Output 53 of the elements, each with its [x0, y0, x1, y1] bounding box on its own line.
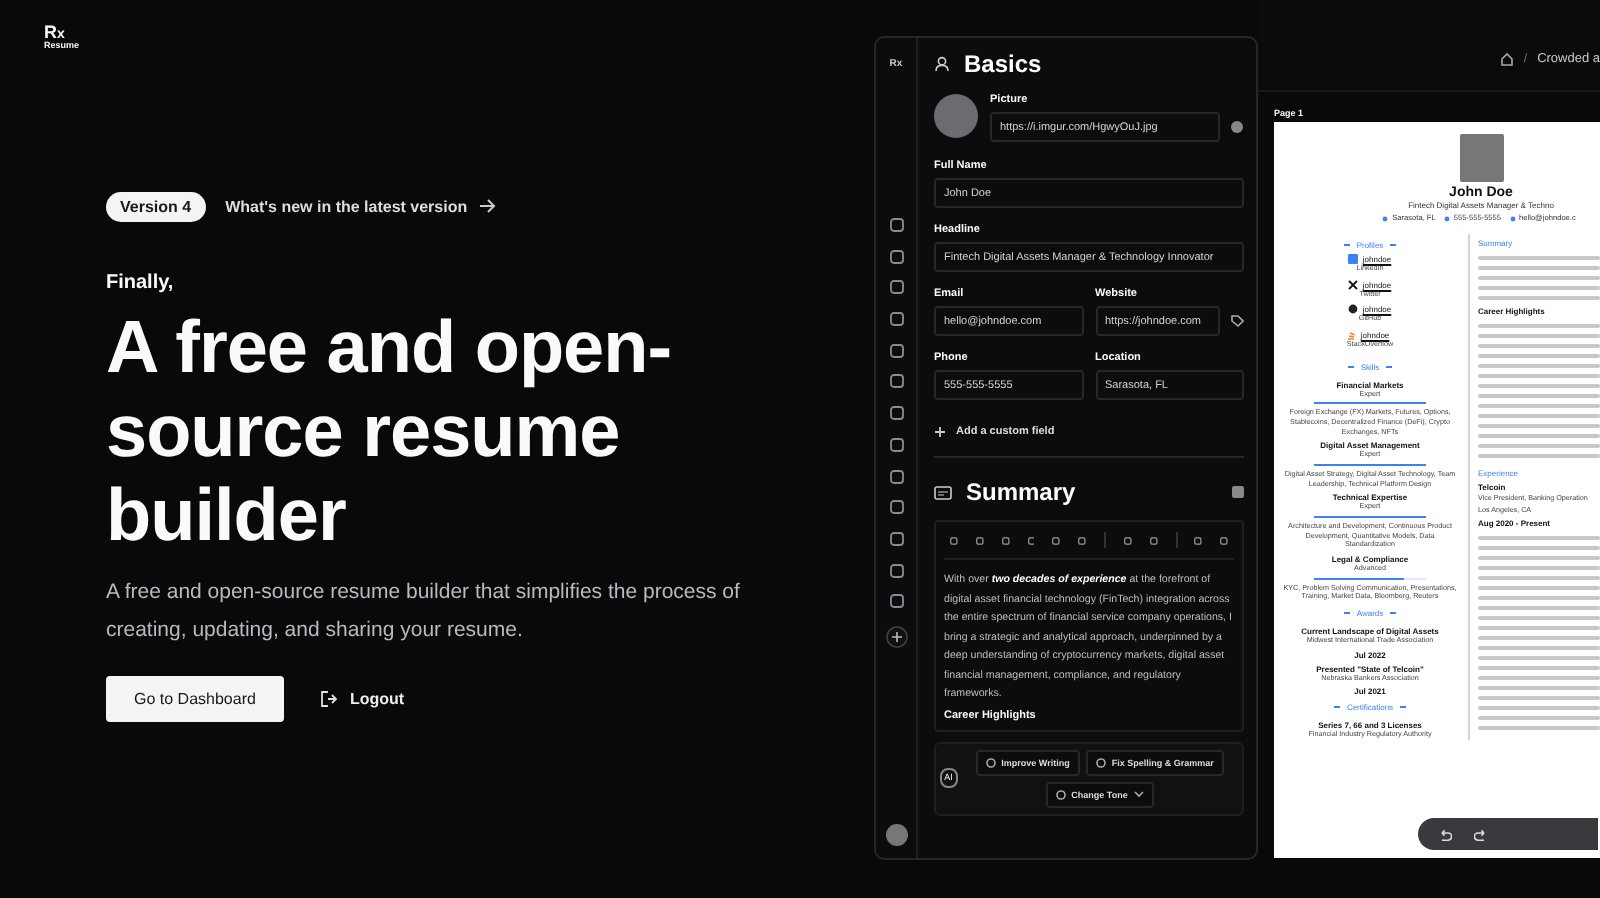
text-lines-drawing	[1478, 323, 1600, 457]
whats-new-link[interactable]: What's new in the latest version	[225, 197, 496, 215]
logout-icon	[319, 689, 338, 707]
home-icon	[1499, 52, 1514, 66]
photo-placeholder	[934, 94, 978, 138]
card-icon	[934, 485, 952, 499]
stack-icon	[1346, 330, 1357, 341]
square-icon[interactable]	[889, 280, 903, 295]
redo-icon[interactable]	[1474, 827, 1488, 841]
chevron-down-icon	[1133, 790, 1144, 798]
format-icon[interactable]	[1123, 535, 1132, 545]
tag-icon	[1230, 314, 1244, 328]
arrow-right-icon	[477, 198, 496, 214]
plus-icon[interactable]	[885, 625, 907, 648]
section-title: Basics	[964, 50, 1042, 78]
square-icon[interactable]	[889, 406, 903, 421]
section-title: Summary	[966, 478, 1076, 506]
avatar[interactable]	[885, 824, 907, 846]
x-icon	[1348, 279, 1359, 290]
square-icon[interactable]	[889, 531, 903, 546]
square-icon[interactable]	[889, 343, 903, 358]
eyebrow-text: Finally,	[106, 271, 176, 293]
photo-placeholder	[1459, 134, 1503, 182]
undo-icon[interactable]	[1438, 827, 1452, 841]
square-icon	[1348, 254, 1359, 264]
square-icon[interactable]	[889, 312, 903, 327]
square-icon[interactable]	[889, 500, 903, 515]
text-editor[interactable]	[934, 520, 1244, 731]
version-badge: Version 4	[106, 191, 206, 221]
square-icon[interactable]	[889, 469, 903, 483]
format-icon[interactable]	[1149, 535, 1158, 545]
user-icon	[934, 56, 950, 72]
square-icon[interactable]	[889, 563, 903, 578]
circle-icon	[1348, 304, 1359, 315]
square-icon[interactable]	[889, 218, 903, 232]
format-icon[interactable]	[1078, 535, 1087, 545]
format-icon[interactable]	[1194, 535, 1203, 545]
square-icon[interactable]	[889, 594, 903, 609]
square-icon[interactable]	[889, 249, 903, 264]
dashboard-button[interactable]: Go to Dashboard	[106, 675, 284, 721]
format-icon[interactable]	[950, 535, 958, 545]
square-icon[interactable]	[889, 374, 903, 389]
format-icon[interactable]	[1001, 535, 1010, 545]
hero-title: A free and open-source resume builder	[106, 305, 674, 557]
logout-button[interactable]: Logout	[319, 689, 405, 707]
text-lines-drawing	[1478, 255, 1600, 299]
square-icon[interactable]	[889, 437, 903, 452]
format-icon[interactable]	[975, 535, 984, 545]
format-icon[interactable]	[1052, 535, 1061, 545]
plus-icon	[934, 426, 946, 438]
hero-description: A free and open-source resume builder that simplifies the process of creating, updating, and sharing your resume.	[106, 577, 742, 645]
format-icon[interactable]	[1220, 535, 1228, 545]
format-icon[interactable]	[1027, 535, 1035, 545]
